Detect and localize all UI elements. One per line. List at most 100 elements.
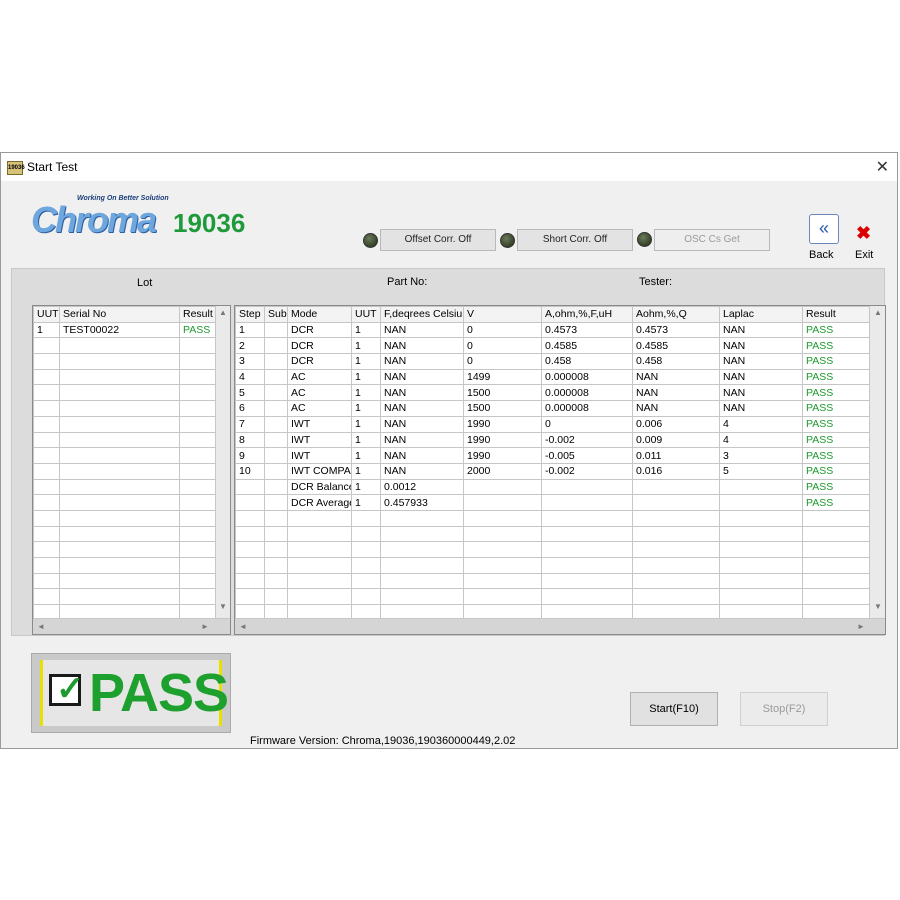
table-cell[interactable]: 0.0012	[380, 478, 464, 496]
table-cell[interactable]	[179, 400, 216, 417]
table-cell[interactable]: NAN	[719, 337, 803, 355]
table-cell[interactable]	[463, 478, 542, 496]
table-cell[interactable]: NAN	[380, 431, 464, 449]
table-cell[interactable]	[632, 525, 720, 543]
table-cell[interactable]: 0	[541, 415, 633, 433]
table-cell[interactable]	[380, 541, 464, 558]
table-cell[interactable]	[463, 588, 542, 606]
table-cell[interactable]: 2000	[463, 462, 542, 480]
column-header[interactable]: Mode	[287, 306, 352, 323]
table-cell[interactable]	[264, 509, 288, 527]
table-cell[interactable]	[541, 478, 633, 496]
table-cell[interactable]	[802, 525, 870, 543]
table-cell[interactable]	[264, 557, 288, 574]
table-row[interactable]	[235, 541, 870, 558]
table-cell[interactable]	[287, 557, 352, 574]
table-cell[interactable]	[802, 557, 870, 574]
table-cell[interactable]	[632, 572, 720, 590]
osc-cs-get-button[interactable]: OSC Cs Get	[654, 229, 770, 251]
table-cell[interactable]	[59, 384, 180, 402]
table-cell[interactable]	[33, 368, 60, 386]
table-cell[interactable]	[33, 384, 60, 402]
table-cell[interactable]	[264, 353, 288, 370]
window-close-button[interactable]: ✕	[876, 157, 889, 177]
table-cell[interactable]	[59, 400, 180, 417]
stop-button[interactable]: Stop(F2)	[740, 692, 828, 726]
table-cell[interactable]	[33, 572, 60, 590]
table-cell[interactable]: 0.009	[632, 431, 720, 449]
table-cell[interactable]: NAN	[380, 337, 464, 355]
table-cell[interactable]	[33, 337, 60, 355]
table-cell[interactable]	[33, 462, 60, 480]
table-cell[interactable]	[463, 572, 542, 590]
table-row[interactable]	[33, 368, 216, 386]
table-cell[interactable]: PASS	[802, 384, 870, 402]
scroll-right-icon[interactable]: ►	[855, 622, 867, 631]
table-cell[interactable]	[59, 541, 180, 558]
table-cell[interactable]	[235, 509, 265, 527]
table-cell[interactable]	[632, 478, 720, 496]
table-cell[interactable]	[179, 462, 216, 480]
column-header[interactable]: V	[463, 306, 542, 323]
table-cell[interactable]: 0.000008	[541, 384, 633, 402]
table-cell[interactable]	[719, 494, 803, 511]
table-row[interactable]: 2 DCR 1 NAN 0 0.4585 0.4585 NAN PASS	[235, 337, 870, 355]
table-cell[interactable]: IWT	[287, 415, 352, 433]
table-row[interactable]: 1 TEST00022 PASS	[33, 321, 216, 339]
table-cell[interactable]	[179, 431, 216, 449]
table-cell[interactable]	[719, 588, 803, 606]
table-cell[interactable]: 0.457933	[380, 494, 464, 511]
table-cell[interactable]: 8	[235, 431, 265, 449]
table-cell[interactable]	[380, 572, 464, 590]
table-cell[interactable]	[287, 525, 352, 543]
table-cell[interactable]: AC	[287, 384, 352, 402]
table-cell[interactable]: 1500	[463, 384, 542, 402]
uut-horizontal-scrollbar[interactable]: ◄ ►	[33, 618, 230, 634]
table-cell[interactable]	[632, 541, 720, 558]
table-cell[interactable]	[264, 368, 288, 386]
table-cell[interactable]: PASS	[802, 337, 870, 355]
table-row[interactable]	[33, 337, 216, 355]
table-cell[interactable]	[33, 494, 60, 511]
table-cell[interactable]: 6	[235, 400, 265, 417]
table-cell[interactable]	[463, 557, 542, 574]
table-cell[interactable]	[59, 525, 180, 543]
column-header[interactable]: F,deqrees Celsiu	[380, 306, 464, 323]
table-row[interactable]: 3 DCR 1 NAN 0 0.458 0.458 NAN PASS	[235, 353, 870, 370]
table-cell[interactable]	[59, 572, 180, 590]
table-cell[interactable]	[264, 588, 288, 606]
table-cell[interactable]	[59, 431, 180, 449]
table-row[interactable]: DCR Average 1 0.457933 PASS	[235, 494, 870, 511]
table-cell[interactable]: 0.006	[632, 415, 720, 433]
table-cell[interactable]	[59, 368, 180, 386]
table-row[interactable]	[235, 588, 870, 606]
table-cell[interactable]: NAN	[719, 321, 803, 339]
table-row[interactable]	[33, 478, 216, 496]
table-cell[interactable]: 1	[351, 321, 381, 339]
table-cell[interactable]	[802, 509, 870, 527]
table-cell[interactable]	[179, 353, 216, 370]
table-cell[interactable]	[235, 525, 265, 543]
table-row[interactable]	[235, 509, 870, 527]
table-cell[interactable]	[287, 509, 352, 527]
table-row[interactable]: 8 IWT 1 NAN 1990 -0.002 0.009 4 PASS	[235, 431, 870, 449]
table-cell[interactable]	[59, 494, 180, 511]
table-cell[interactable]: NAN	[632, 384, 720, 402]
table-cell[interactable]	[33, 525, 60, 543]
table-cell[interactable]: 1	[33, 321, 60, 339]
table-cell[interactable]	[351, 525, 381, 543]
table-cell[interactable]: 9	[235, 447, 265, 464]
table-cell[interactable]: AC	[287, 400, 352, 417]
table-cell[interactable]	[264, 400, 288, 417]
table-cell[interactable]	[719, 509, 803, 527]
table-cell[interactable]	[463, 494, 542, 511]
table-cell[interactable]	[287, 541, 352, 558]
table-cell[interactable]	[802, 541, 870, 558]
table-cell[interactable]: 1	[235, 321, 265, 339]
table-cell[interactable]: -0.005	[541, 447, 633, 464]
table-cell[interactable]: 0.4585	[632, 337, 720, 355]
table-cell[interactable]: 0.4573	[541, 321, 633, 339]
table-row[interactable]	[33, 541, 216, 558]
table-cell[interactable]	[179, 525, 216, 543]
table-cell[interactable]: 0.458	[541, 353, 633, 370]
